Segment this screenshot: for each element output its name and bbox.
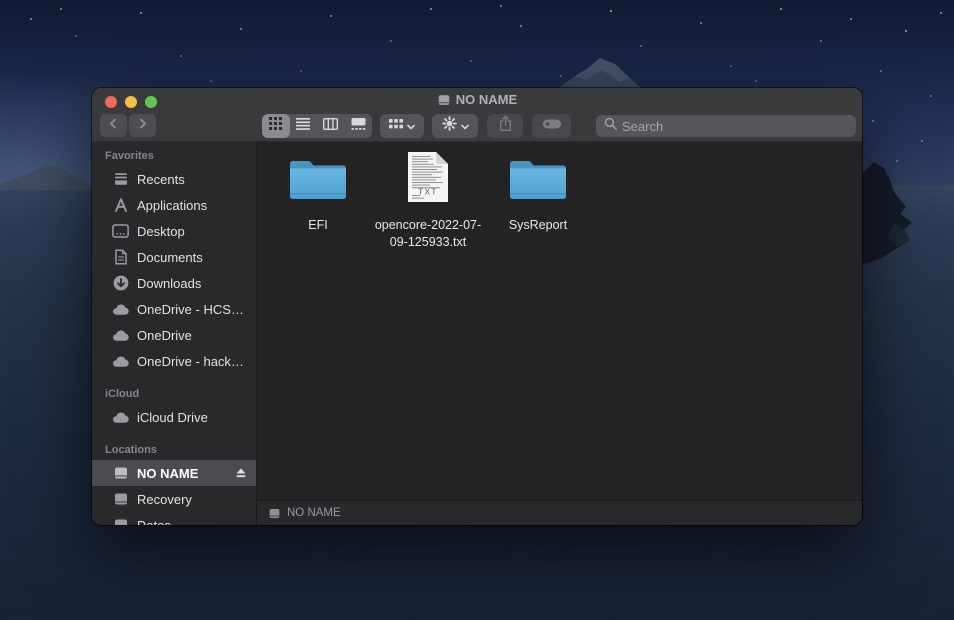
chevron-right-icon [136,117,149,135]
status-bar-path-label[interactable]: NO NAME [287,507,341,519]
search-field[interactable] [596,115,856,137]
share-icon [498,115,513,137]
sidebar-section-icloud: iCloud [105,388,256,400]
cloud-icon [112,353,129,370]
sidebar-item-onedrive[interactable]: OneDrive [92,322,256,348]
back-button[interactable] [100,114,127,137]
sidebar-item-label: Recovery [137,492,192,507]
sidebar-item-documents[interactable]: Documents [92,244,256,270]
window-title: NO NAME [92,92,862,107]
title-bar[interactable]: NO NAME [92,88,862,142]
sidebar-item-onedrive-hcs[interactable]: OneDrive - HCS… [92,296,256,322]
search-input[interactable] [622,119,848,134]
status-bar: NO NAME [257,500,862,525]
sidebar-item-label: Applications [137,198,207,213]
disk-icon [112,517,129,526]
sidebar-item-recents[interactable]: Recents [92,166,256,192]
sidebar-item-label: OneDrive - HCS… [137,302,244,317]
folder-icon [509,156,567,208]
toolbar [92,113,862,142]
content-area: EFI [257,142,862,525]
group-by-button[interactable] [380,114,424,138]
file-item-sysreport[interactable]: SysReport [483,156,593,234]
group-by-icon [389,117,403,135]
sidebar-item-label: Downloads [137,276,201,291]
chevron-down-icon [407,117,415,135]
gear-icon [442,116,457,136]
file-name: SysReport [509,217,567,234]
documents-icon [112,249,129,266]
sidebar-item-no-name[interactable]: NO NAME [92,460,256,486]
sidebar-item-label: Recents [137,172,185,187]
sidebar-item-label: OneDrive - hack… [137,354,244,369]
view-mode-switcher [262,114,372,138]
sidebar-section-favorites: Favorites [105,150,256,162]
forward-button[interactable] [129,114,156,137]
file-grid[interactable]: EFI [257,142,862,500]
sidebar-item-onedrive-hack[interactable]: OneDrive - hack… [92,348,256,374]
chevron-left-icon [107,117,120,135]
disk-icon [437,93,451,107]
sidebar-item-icloud-drive[interactable]: iCloud Drive [92,404,256,430]
sidebar-item-datos[interactable]: Datos [92,512,256,525]
sidebar-item-desktop[interactable]: Desktop [92,218,256,244]
sidebar-item-label: Documents [137,250,203,265]
desktop-icon [112,223,129,240]
tag-icon [542,117,562,135]
window-title-text: NO NAME [456,92,517,107]
chevron-down-icon [461,117,469,135]
downloads-icon [112,275,129,292]
file-name: opencore-2022-07-09-125933.txt [374,217,482,250]
svg-text:TXT: TXT [418,188,438,197]
sidebar-item-label: OneDrive [137,328,192,343]
wallpaper-stars [0,0,2,2]
share-button[interactable] [487,114,523,138]
eject-button[interactable] [235,467,247,479]
sidebar: Favorites Recents Applications Desktop [92,142,257,525]
sidebar-item-recovery[interactable]: Recovery [92,486,256,512]
file-item-opencore-log[interactable]: TXT opencore-2022-07-09-125933.txt [373,156,483,250]
cloud-icon [112,327,129,344]
sidebar-item-applications[interactable]: Applications [92,192,256,218]
file-name: EFI [308,217,327,234]
gallery-view-icon [351,117,366,135]
cloud-icon [112,301,129,318]
list-view-icon [296,117,310,135]
cloud-icon [112,409,129,426]
gallery-view-button[interactable] [345,114,373,138]
disk-icon[interactable] [268,507,281,520]
applications-icon [112,197,129,214]
disk-icon [112,465,129,482]
list-view-button[interactable] [290,114,318,138]
sidebar-item-label: Datos [137,518,171,526]
file-item-efi[interactable]: EFI [263,156,373,234]
finder-window: NO NAME [92,88,862,525]
sidebar-item-label: NO NAME [137,466,198,481]
icon-view-button[interactable] [262,114,290,138]
sidebar-item-label: iCloud Drive [137,410,208,425]
search-icon [604,117,617,135]
txt-file-icon: TXT [407,151,449,208]
disk-icon [112,491,129,508]
folder-icon [289,156,347,208]
cliff-silhouette [858,162,954,280]
column-view-icon [323,117,338,135]
window-body: Favorites Recents Applications Desktop [92,142,862,525]
sidebar-item-label: Desktop [137,224,185,239]
island-silhouette [0,150,92,190]
icon-view-icon [269,117,282,135]
tag-button[interactable] [532,114,571,138]
column-view-button[interactable] [317,114,345,138]
recents-icon [112,171,129,188]
action-button[interactable] [432,114,478,138]
sidebar-item-downloads[interactable]: Downloads [92,270,256,296]
sidebar-section-locations: Locations [105,444,256,456]
